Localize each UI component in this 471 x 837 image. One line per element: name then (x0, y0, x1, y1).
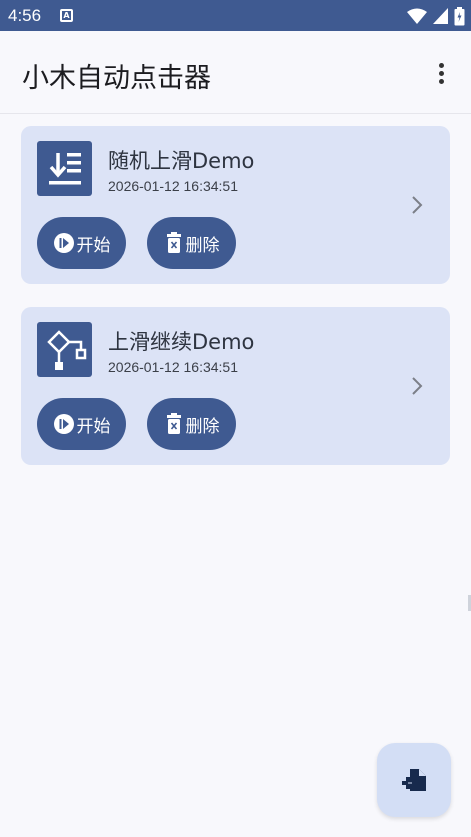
script-card[interactable]: 上滑继续Demo 2026-01-12 16:34:51 开始 删除 (21, 307, 450, 465)
swipe-list-icon (37, 141, 92, 196)
script-date: 2026-01-12 16:34:51 (108, 178, 238, 194)
start-label: 开始 (76, 235, 111, 256)
script-title: 随机上滑Demo (108, 149, 255, 173)
start-button[interactable]: 开始 (37, 398, 126, 450)
status-icons (407, 6, 465, 26)
app-bar: 小木自动点击器 (0, 31, 471, 114)
flowchart-icon (37, 322, 92, 377)
status-time: 4:56 (8, 6, 42, 25)
start-button[interactable]: 开始 (37, 217, 126, 269)
delete-button[interactable]: 删除 (147, 217, 236, 269)
script-title: 上滑继续Demo (108, 330, 255, 354)
script-card[interactable]: 随机上滑Demo 2026-01-12 16:34:51 开始 删除 (21, 126, 450, 284)
more-vert-icon[interactable] (430, 61, 454, 87)
signal-icon (433, 8, 448, 24)
add-file-icon (402, 769, 426, 791)
script-date: 2026-01-12 16:34:51 (108, 359, 238, 375)
wifi-icon (407, 8, 427, 24)
delete-icon (166, 232, 181, 253)
delete-button[interactable]: 删除 (147, 398, 236, 450)
add-script-button[interactable] (377, 743, 451, 817)
start-label: 开始 (76, 416, 111, 437)
delete-icon (166, 413, 181, 434)
play-circle-icon (53, 414, 74, 434)
chevron-right-icon[interactable] (410, 194, 426, 216)
app-title: 小木自动点击器 (22, 63, 211, 94)
chevron-right-icon[interactable] (410, 375, 426, 397)
play-circle-icon (53, 233, 74, 253)
status-bar: 4:56 A (0, 0, 471, 31)
delete-label: 删除 (185, 235, 220, 256)
delete-label: 删除 (185, 416, 220, 437)
notification-badge-icon: A (60, 9, 73, 22)
battery-icon (454, 6, 465, 25)
